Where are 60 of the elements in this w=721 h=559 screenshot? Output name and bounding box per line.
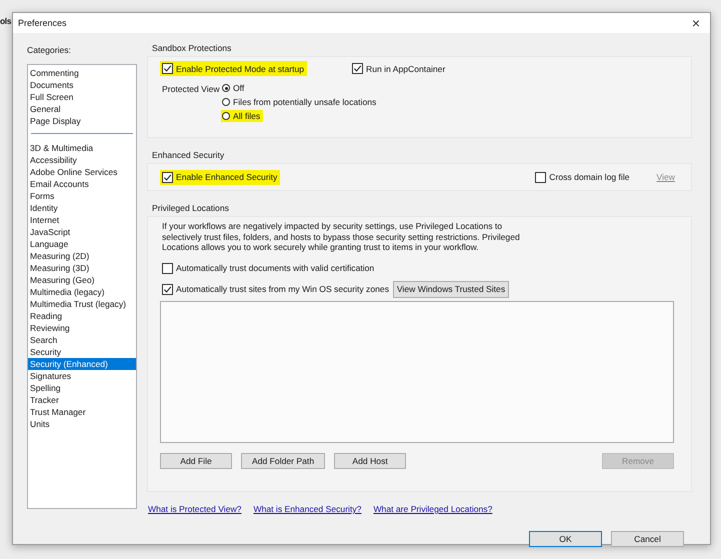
checkbox-option[interactable]: Run in AppContainer	[350, 61, 448, 76]
category-item[interactable]: Multimedia (legacy)	[28, 286, 136, 298]
category-item[interactable]: Spelling	[28, 382, 136, 394]
category-item[interactable]: Trust Manager	[28, 406, 136, 418]
category-item[interactable]: Reading	[28, 310, 136, 322]
view-trusted-sites-button[interactable]: View Windows Trusted Sites	[393, 280, 509, 298]
check-icon	[353, 64, 362, 73]
radio-option[interactable]: Files from potentially unsafe locations	[221, 96, 380, 108]
protected-view-label: Protected View	[161, 83, 221, 96]
category-item[interactable]: Commenting	[28, 67, 136, 79]
help-link[interactable]: What is Protected View?	[148, 504, 242, 514]
category-item[interactable]: Multimedia Trust (legacy)	[28, 298, 136, 310]
category-item[interactable]: Forms	[28, 190, 136, 202]
radio-option[interactable]: All files	[221, 110, 264, 122]
checkbox-option[interactable]: Cross domain log file	[533, 170, 633, 184]
category-item[interactable]: Language	[28, 238, 136, 250]
category-item[interactable]: Measuring (2D)	[28, 250, 136, 262]
radio-option[interactable]: Off	[221, 82, 248, 94]
categories-label: Categories:	[27, 45, 72, 55]
section-title: Enhanced Security	[152, 150, 226, 160]
category-item[interactable]: Email Accounts	[28, 178, 136, 190]
category-item[interactable]: Full Screen	[28, 91, 136, 103]
category-item[interactable]: 3D & Multimedia	[28, 142, 136, 154]
close-button[interactable]: ×	[682, 13, 710, 33]
checkbox-option[interactable]: Automatically trust documents with valid certification	[160, 260, 378, 276]
checkbox-option[interactable]: Enable Protected Mode at startup	[160, 61, 308, 76]
category-item[interactable]: Internet	[28, 214, 136, 226]
section-title: Privileged Locations	[152, 203, 230, 213]
category-item[interactable]: Adobe Online Services	[28, 166, 136, 178]
dialog-button[interactable]: OK	[529, 531, 602, 547]
category-item[interactable]: Accessibility	[28, 154, 136, 166]
check-icon	[163, 64, 172, 73]
category-item[interactable]: Security	[28, 346, 136, 358]
category-item[interactable]: JavaScript	[28, 226, 136, 238]
checkbox-option[interactable]: Automatically trust sites from my Win OS security zones	[160, 282, 392, 296]
dialog-button[interactable]: Cancel	[611, 531, 684, 547]
category-item[interactable]: Measuring (Geo)	[28, 274, 136, 286]
category-item[interactable]: Search	[28, 334, 136, 346]
background-text: ols	[0, 16, 12, 26]
category-item[interactable]: Signatures	[28, 370, 136, 382]
help-link[interactable]: What are Privileged Locations?	[373, 504, 492, 514]
checkbox-option[interactable]: Enable Enhanced Security	[160, 170, 280, 184]
category-item[interactable]: Page Display	[28, 115, 136, 127]
location-button[interactable]: Add File	[160, 452, 232, 468]
category-item[interactable]: General	[28, 103, 136, 115]
category-item[interactable]: Units	[28, 418, 136, 430]
check-icon	[163, 284, 172, 294]
location-button[interactable]: Add Host	[334, 452, 406, 468]
category-item[interactable]: Security (Enhanced)	[28, 358, 136, 370]
description-text: If your workflows are negatively impacted by security settings, use Privileged Locations to selectively trust files, folders, and hosts to bypass those security setting restrictions. Privileged Locations allows you to work securely while granting trust to items in your workflow.	[161, 221, 521, 252]
window-title: Preferences	[18, 18, 67, 28]
category-item[interactable]: Reviewing	[28, 322, 136, 334]
help-link[interactable]: What is Enhanced Security?	[253, 504, 362, 514]
check-icon	[163, 172, 172, 182]
location-button[interactable]: Add Folder Path	[241, 452, 326, 468]
category-item[interactable]: Measuring (3D)	[28, 262, 136, 274]
category-item[interactable]: Tracker	[28, 394, 136, 406]
section-title: Sandbox Protections	[152, 43, 232, 53]
category-item[interactable]: Documents	[28, 79, 136, 91]
category-item[interactable]: Identity	[28, 202, 136, 214]
